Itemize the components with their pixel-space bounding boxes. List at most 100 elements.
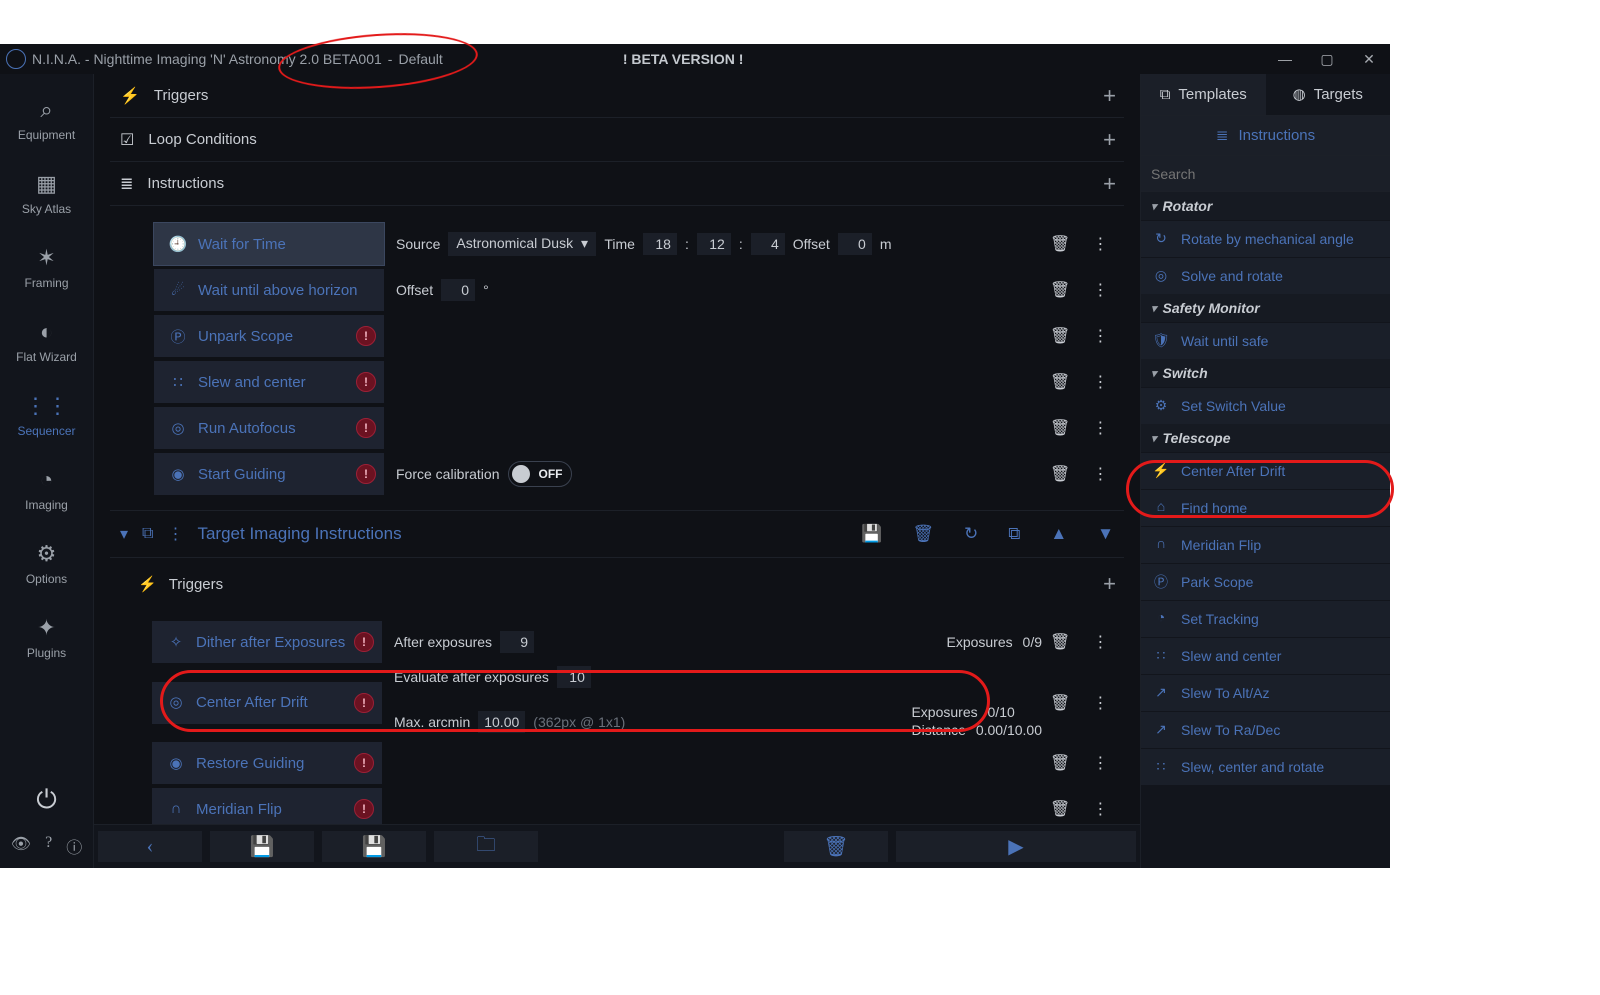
delete-button[interactable]: 🗑 [1050,326,1070,346]
delete-button[interactable]: 🗑 [1050,799,1070,819]
category-header[interactable]: ▾Rotator [1141,192,1390,220]
eye-icon[interactable]: 👁 [11,834,31,858]
delete-all-icon[interactable]: 🗑 [912,524,934,544]
target-imaging-instructions-header[interactable]: ▾ ⧉ ⋮ Target Imaging Instructions 💾 🗑 ↻ … [110,510,1124,558]
trigger-center-after-drift[interactable]: ◎ Center After Drift ! Evaluate after ex… [152,666,1124,739]
more-button[interactable]: ⋮ [1092,418,1108,438]
more-button[interactable]: ⋮ [1092,280,1108,300]
instr-start-guiding[interactable]: ◉ Start Guiding ! Force calibration OFF … [154,452,1124,496]
add-trigger-button[interactable]: + [1103,83,1124,109]
delete-button[interactable]: 🗑 [1050,632,1070,652]
delete-button[interactable]: 🗑 [1050,753,1070,773]
category-item[interactable]: 🛡Wait until safe [1141,323,1390,359]
back-button[interactable]: ‹ [98,831,202,862]
category-item[interactable]: ⌂Find home [1141,490,1390,526]
delete-button[interactable]: 🗑 [1050,418,1070,438]
category-item[interactable]: ∩Meridian Flip [1141,527,1390,563]
window-maximize-icon[interactable]: ▢ [1306,51,1348,68]
category-header[interactable]: ▾Switch [1141,359,1390,387]
nav-framing[interactable]: ✶ Framing [24,244,68,290]
time-hour-input[interactable]: 18 [643,233,677,255]
instructions-link[interactable]: ≣ Instructions [1141,116,1390,156]
time-second-input[interactable]: 4 [751,233,785,255]
eval-exposures-input[interactable]: 10 [557,666,591,688]
max-arcmin-input[interactable]: 10.00 [478,711,525,733]
move-down-icon[interactable]: ▼ [1097,524,1114,544]
more-button[interactable]: ⋮ [1092,464,1108,484]
more-button[interactable]: ⋮ [1092,753,1108,773]
trigger-meridian-flip[interactable]: ∩ Meridian Flip ! 🗑 ⋮ [152,787,1124,824]
power-icon[interactable]: ⏻ [36,785,57,816]
delete-button[interactable]: 🗑 [1050,234,1070,254]
tab-templates[interactable]: ⧉ Templates [1141,74,1266,115]
nav-imaging[interactable]: ◔ Imaging [25,466,68,512]
tab-targets[interactable]: ◍ Targets [1266,74,1391,115]
more-button[interactable]: ⋮ [1092,632,1108,652]
category-item[interactable]: ⚙Set Switch Value [1141,388,1390,424]
window-minimize-icon[interactable]: — [1264,51,1306,68]
trigger-dither-after-exposures[interactable]: ✧ Dither after Exposures ! After exposur… [152,620,1124,664]
more-button[interactable]: ⋮ [1092,234,1108,254]
category-item[interactable]: ↻Rotate by mechanical angle [1141,221,1390,257]
save-button[interactable]: 💾 [322,831,426,862]
category-item[interactable]: ◔Set Tracking [1141,601,1390,637]
save-icon[interactable]: 💾 [861,524,882,544]
nav-flat-wizard[interactable]: ◐ Flat Wizard [16,318,77,364]
more-button[interactable]: ⋮ [1092,693,1108,713]
search-box[interactable] [1141,156,1390,192]
nav-equipment[interactable]: ⌕ Equipment [18,96,75,142]
add-instruction-button[interactable]: + [1103,171,1124,197]
after-exposures-input[interactable]: 9 [500,631,534,653]
category-item[interactable]: ↗Slew To Ra/Dec [1141,712,1390,748]
save-as-button[interactable]: 💾 [210,831,314,862]
duplicate-icon[interactable]: ⧉ [1008,524,1020,544]
category-item[interactable]: ◎Solve and rotate [1141,258,1390,294]
more-button[interactable]: ⋮ [1092,326,1108,346]
instr-wait-above-horizon[interactable]: ☄ Wait until above horizon Offset 0 ° 🗑 … [154,268,1124,312]
nav-sequencer[interactable]: ⋮⋮ Sequencer [17,392,75,438]
force-calibration-toggle[interactable]: OFF [508,461,572,487]
category-item[interactable]: ∷Slew and center [1141,638,1390,674]
section-loop-conditions[interactable]: ☑ Loop Conditions + [110,118,1124,162]
add-loop-condition-button[interactable]: + [1103,127,1124,153]
drag-handle-icon[interactable]: ⋮ [167,524,183,544]
nav-options[interactable]: ⚙ Options [26,540,67,586]
instr-unpark-scope[interactable]: Ⓟ Unpark Scope ! 🗑 ⋮ [154,314,1124,358]
add-tii-trigger-button[interactable]: + [1103,571,1124,597]
category-header[interactable]: ▾Safety Monitor [1141,294,1390,322]
delete-button[interactable]: 🗑 [1050,372,1070,392]
category-item[interactable]: ∷Slew, center and rotate [1141,749,1390,785]
time-minute-input[interactable]: 12 [697,233,731,255]
category-item[interactable]: ⚡Center After Drift [1141,453,1390,489]
tii-triggers-header[interactable]: ⚡ Triggers + [138,564,1124,604]
move-up-icon[interactable]: ▲ [1050,524,1067,544]
open-folder-button[interactable]: 🗀 [434,831,538,862]
nav-plugins[interactable]: ✦ Plugins [27,614,66,660]
delete-button[interactable]: 🗑 [1050,464,1070,484]
collapse-icon[interactable]: ▾ [120,524,128,544]
offset-input[interactable]: 0 [441,279,475,301]
instr-run-autofocus[interactable]: ◎ Run Autofocus ! 🗑 ⋮ [154,406,1124,450]
source-select[interactable]: Astronomical Dusk ▾ [448,232,596,256]
offset-input[interactable]: 0 [838,233,872,255]
section-instructions[interactable]: ≣ Instructions + [110,162,1124,206]
section-triggers[interactable]: ⚡ Triggers + [110,74,1124,118]
nav-sky-atlas[interactable]: ▦ Sky Atlas [22,170,71,216]
instr-slew-and-center[interactable]: ∷ Slew and center ! 🗑 ⋮ [154,360,1124,404]
instr-wait-for-time[interactable]: 🕘 Wait for Time Source Astronomical Dusk… [154,222,1124,266]
start-sequence-button[interactable]: ▶ [896,831,1136,862]
category-header[interactable]: ▾Telescope [1141,424,1390,452]
delete-sequence-button[interactable]: 🗑 [784,831,888,862]
category-item[interactable]: ⓅPark Scope [1141,564,1390,600]
more-button[interactable]: ⋮ [1092,799,1108,819]
more-button[interactable]: ⋮ [1092,372,1108,392]
help-icon[interactable]: ? [45,834,52,858]
delete-button[interactable]: 🗑 [1050,280,1070,300]
reset-icon[interactable]: ↻ [964,524,978,544]
search-input[interactable] [1151,166,1380,182]
trigger-restore-guiding[interactable]: ◉ Restore Guiding ! 🗑 ⋮ [152,741,1124,785]
window-close-icon[interactable]: ✕ [1348,51,1390,68]
category-item[interactable]: ↗Slew To Alt/Az [1141,675,1390,711]
info-icon[interactable]: ⓘ [66,834,82,858]
delete-button[interactable]: 🗑 [1050,693,1070,713]
